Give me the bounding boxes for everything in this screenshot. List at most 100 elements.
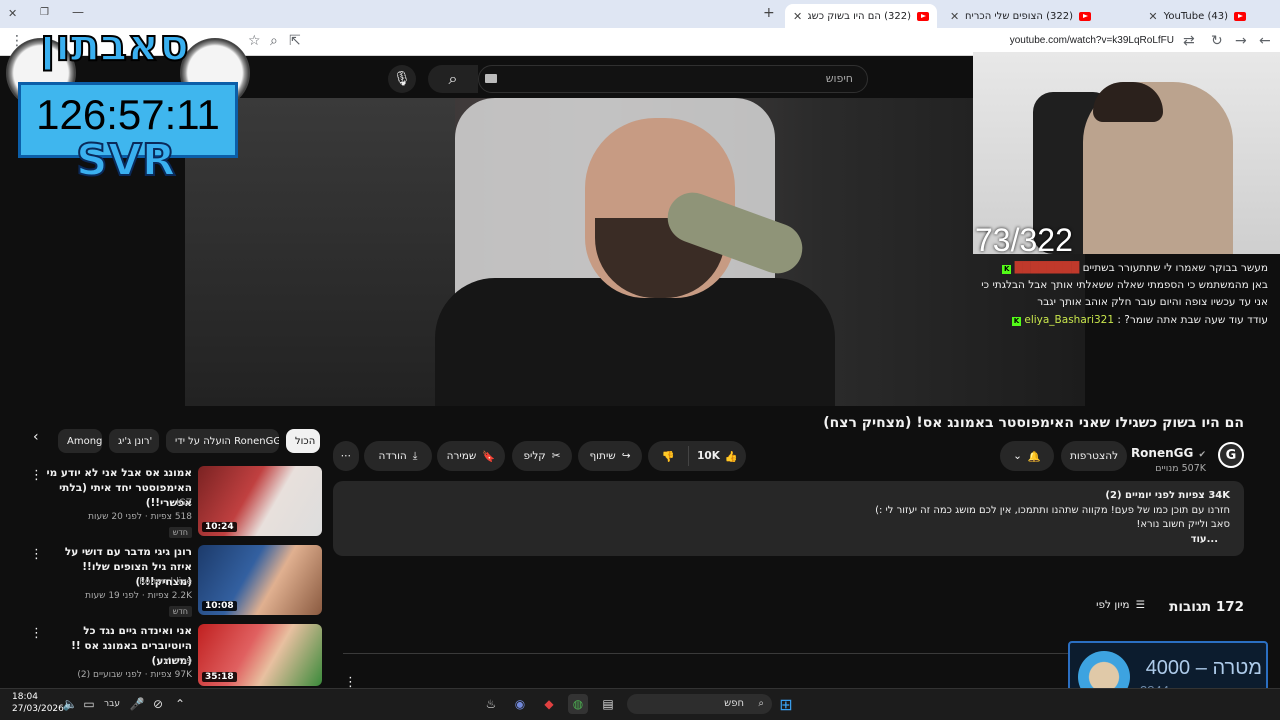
share-button[interactable]: ↪ שיתוף [578, 441, 642, 471]
minimize-icon[interactable]: — [72, 5, 84, 19]
network-icon[interactable]: ⊘ [148, 694, 168, 714]
volume-icon[interactable]: 🔈 [60, 694, 80, 714]
thumbs-up-icon: 👍 [724, 450, 738, 463]
close-tab-icon[interactable]: ✕ [950, 10, 959, 23]
back-icon[interactable]: → [1235, 33, 1247, 49]
tab-youtube-home[interactable]: (43) YouTube ✕ [1102, 4, 1254, 28]
sort-comments-button[interactable]: ☰ מיון לפי [1096, 599, 1145, 611]
close-tab-icon[interactable]: ✕ [1148, 10, 1157, 23]
more-vertical-icon[interactable]: ⋮ [30, 547, 43, 562]
bookmark-icon: 🔖 [482, 450, 496, 463]
comment-input-underline[interactable] [343, 653, 1073, 654]
new-tab-icon[interactable]: + [763, 5, 775, 21]
channel-name[interactable]: RonenGG [1131, 446, 1193, 460]
search-button[interactable]: ⌕ [428, 65, 478, 93]
timer-value: 126:57:11 [36, 91, 220, 138]
install-icon[interactable]: ⇱ [289, 33, 301, 49]
list-item[interactable]: 35:18 אני ואינדה גיים נגד כל היוטיוברים … [30, 624, 322, 686]
chevron-left-icon[interactable]: ‹ [33, 429, 39, 445]
site-settings-icon[interactable]: ⇄ [1183, 33, 1195, 49]
app-icon[interactable]: ◆ [539, 694, 559, 714]
like-button[interactable]: 👍 10K [688, 446, 746, 466]
zoom-icon[interactable]: ⌕ [270, 33, 278, 49]
recommendation-channel[interactable]: IGZ [176, 498, 192, 508]
list-item[interactable]: 10:08 רונן גיגי מדבר עם דושי על איזה גיל… [30, 545, 322, 619]
comments-count: 172 תגובות [1169, 599, 1244, 615]
scissors-icon: ✂ [551, 450, 561, 462]
bookmark-star-icon[interactable]: ☆ [248, 33, 261, 49]
display-icon[interactable]: ▭ [79, 694, 99, 714]
download-button[interactable]: ⤓ הורדה [364, 441, 432, 471]
show-more-link[interactable]: ...עוד [347, 533, 1218, 548]
chrome-icon[interactable]: ◍ [568, 694, 588, 714]
voice-search-button[interactable]: 🎙 [388, 65, 416, 93]
subscribed-bell-button[interactable]: 🔔 ⌄ [1000, 441, 1054, 471]
recommendation-channel[interactable]: פריזי ✔ [164, 656, 192, 666]
taskbar-search[interactable]: חפש ⌕ [627, 694, 772, 714]
save-label: שמירה [446, 450, 477, 462]
maximize-icon[interactable]: ❐ [40, 7, 49, 18]
file-explorer-icon[interactable]: ▤ [598, 694, 618, 714]
share-label: שיתוף [589, 450, 616, 462]
dislike-button[interactable]: 👎 [648, 450, 688, 463]
mic-icon[interactable]: 🎤 [127, 694, 147, 714]
windows-start-icon[interactable]: ⊞ [776, 694, 796, 714]
list-item[interactable]: 10:24 אמונג אס אבל אני לא יודע מי האימפו… [30, 466, 322, 540]
close-window-icon[interactable]: ✕ [8, 7, 17, 20]
chip-uploaded-by[interactable]: הועלה על ידי RonenGG [166, 429, 279, 453]
join-button[interactable]: להצטרפות [1061, 441, 1127, 471]
chat-text: באן מהמשתמש כי הספמתי שאלה ששאלתי אותך א… [981, 279, 1268, 291]
language-indicator[interactable]: עבר [100, 694, 124, 714]
chip-label: הועלה על ידי RonenGG [175, 435, 279, 447]
chevron-up-icon[interactable]: ⌃ [170, 694, 190, 714]
steam-icon[interactable]: ♨ [481, 694, 501, 714]
taskbar-clock[interactable]: 18:04 27/03/2026 [12, 691, 64, 715]
channel-info[interactable]: ✔ RonenGG 507K מנויים [1131, 442, 1206, 474]
url-field[interactable]: youtube.com/watch?v=k39LqRoLfFU [1010, 35, 1174, 46]
search-input[interactable]: חיפוש [826, 72, 853, 85]
mic-icon: 🎙 [393, 71, 411, 87]
forward-icon[interactable]: ← [1259, 33, 1271, 49]
keyboard-icon[interactable] [485, 74, 497, 83]
description-box[interactable]: 34K צפיות לפני יומיים (2) חזרנו עם תוכן … [333, 481, 1244, 556]
recommendation-channel[interactable]: Ronen | live [139, 577, 192, 587]
download-label: הורדה [378, 450, 407, 462]
video-thumbnail[interactable]: 35:18 [198, 624, 322, 686]
goal-label: מטרה – 4000 [1145, 657, 1262, 679]
chat-message: אני עד עכשיו צופה והיום עובר חלק אוהב או… [1037, 294, 1268, 311]
chat-username: ████████ [1014, 262, 1080, 274]
more-vertical-icon[interactable]: ⋮ [30, 626, 43, 641]
recommendation-meta: 97K צפיות · לפני שבועיים (2) [77, 670, 192, 680]
chip-among-us[interactable]: Among Us [58, 429, 102, 453]
video-thumbnail[interactable]: 10:08 [198, 545, 322, 615]
save-button[interactable]: 🔖 שמירה [437, 441, 505, 471]
more-vertical-icon[interactable]: ⋮ [30, 468, 43, 483]
recommendation-meta: 518 צפיות · לפני 20 שעות [88, 512, 192, 522]
channel-avatar[interactable]: G [1218, 442, 1244, 468]
video-thumbnail[interactable]: 10:24 [198, 466, 322, 536]
tab-current-video[interactable]: (322) הם היו בשוק כשגילו שאני ✕ [785, 4, 937, 28]
reload-icon[interactable]: ↻ [1211, 33, 1223, 49]
recommendation-meta: 2.2K צפיות · לפני 19 שעות [85, 591, 192, 601]
channel-label: פריזי [174, 656, 192, 666]
video-player[interactable] [185, 98, 1085, 406]
clock-time: 18:04 [12, 692, 38, 702]
search-icon: ⌕ [758, 698, 764, 709]
clip-button[interactable]: ✂ קליפ [512, 441, 572, 471]
chip-all[interactable]: הכול [286, 429, 320, 453]
tab-viewers-video[interactable]: (322) הצופים שלי הכריחו אותי ✕ [942, 4, 1099, 28]
chip-ronen[interactable]: רונן ג'יג' [109, 429, 159, 453]
like-count: 10K [697, 450, 720, 462]
recommendation-title[interactable]: אמונג אס אבל אני לא יודע מי האימפוסטר יח… [42, 466, 192, 511]
chat-username: eliya_Bashari321 [1024, 314, 1115, 326]
download-icon: ⤓ [412, 449, 418, 462]
more-horizontal-icon: ⋯ [340, 450, 352, 462]
tab-title: (43) YouTube [1163, 10, 1228, 22]
search-box[interactable]: חיפוש [478, 65, 868, 93]
close-tab-icon[interactable]: ✕ [793, 10, 802, 23]
description-line: סאב ולייק חשוב נורא! [1136, 519, 1230, 530]
more-actions-button[interactable]: ⋯ [333, 441, 359, 471]
youtube-favicon-icon [1079, 11, 1091, 21]
discord-icon[interactable]: ◉ [510, 694, 530, 714]
bell-icon: 🔔 [1027, 450, 1041, 463]
